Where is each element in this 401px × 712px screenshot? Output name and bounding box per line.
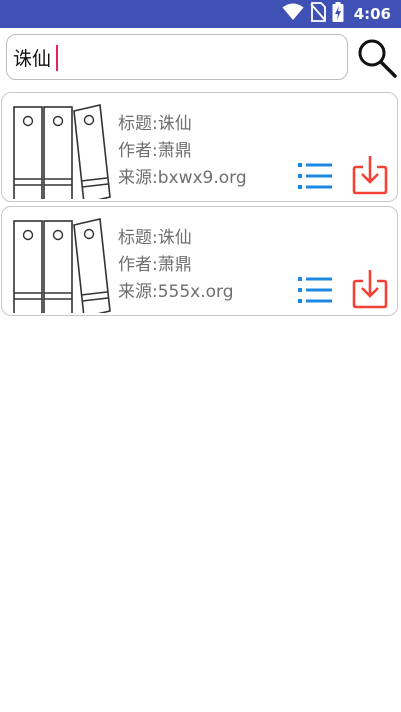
download-icon bbox=[352, 270, 388, 309]
search-box[interactable] bbox=[6, 34, 348, 80]
result-source: 来源:555x.org bbox=[118, 282, 234, 302]
search-row bbox=[0, 28, 401, 88]
result-source: 来源:bxwx9.org bbox=[118, 168, 247, 188]
result-info: 标题:诛仙 作者:萧鼎 来源:bxwx9.org bbox=[118, 111, 247, 192]
search-icon bbox=[358, 39, 397, 78]
result-card[interactable]: 标题:诛仙 作者:萧鼎 来源:555x.org bbox=[1, 206, 398, 316]
no-sim-icon bbox=[310, 2, 326, 26]
download-button[interactable] bbox=[351, 267, 389, 311]
text-caret bbox=[56, 45, 58, 71]
result-author: 作者:萧鼎 bbox=[118, 141, 192, 161]
status-icons: 4:06 bbox=[282, 2, 391, 26]
result-title: 标题:诛仙 bbox=[118, 228, 192, 248]
chapter-list-button[interactable] bbox=[296, 271, 334, 309]
chapter-list-button[interactable] bbox=[296, 157, 334, 195]
book-binders-icon bbox=[13, 218, 111, 313]
result-info: 标题:诛仙 作者:萧鼎 来源:555x.org bbox=[118, 225, 234, 306]
list-icon bbox=[298, 277, 332, 303]
status-time: 4:06 bbox=[353, 5, 391, 23]
book-binders-icon bbox=[13, 104, 111, 199]
search-button[interactable] bbox=[355, 36, 399, 80]
result-author: 作者:萧鼎 bbox=[118, 255, 192, 275]
search-input[interactable] bbox=[13, 41, 293, 73]
download-button[interactable] bbox=[351, 153, 389, 197]
result-card[interactable]: 标题:诛仙 作者:萧鼎 来源:bxwx9.org bbox=[1, 92, 398, 202]
download-icon bbox=[352, 156, 388, 195]
list-icon bbox=[298, 163, 332, 189]
wifi-icon bbox=[282, 3, 304, 25]
status-bar: 4:06 bbox=[0, 0, 401, 28]
result-title: 标题:诛仙 bbox=[118, 114, 192, 134]
battery-charging-icon bbox=[332, 2, 344, 26]
